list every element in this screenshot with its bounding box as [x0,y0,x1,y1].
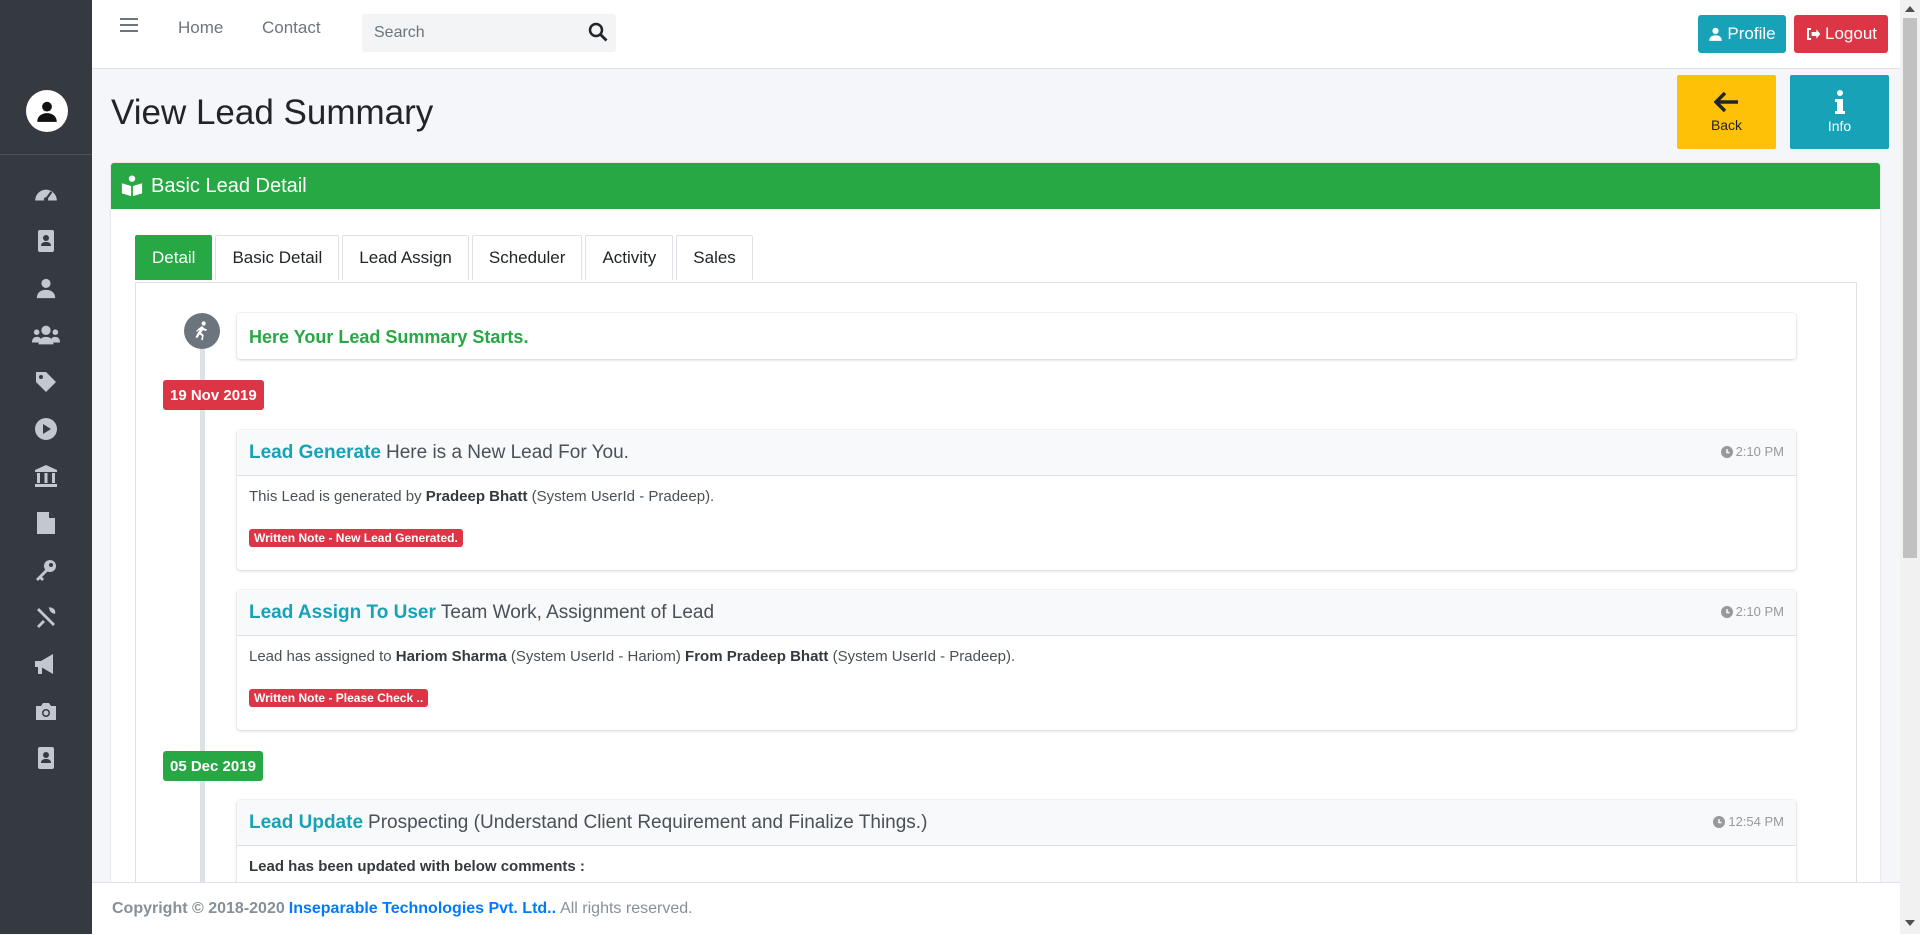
from-user-name: From Pradeep Bhatt [685,648,829,665]
timeline-item-body: This Lead is generated by Pradeep Bhatt … [237,476,1796,559]
company-link[interactable]: Inseparable Technologies Pvt. Ltd.. [289,900,556,918]
search-box [362,14,616,52]
timeline-pane: Here Your Lead Summary Starts. 19 Nov 20… [135,282,1857,883]
search-input[interactable] [372,23,576,43]
info-button[interactable]: Info [1790,75,1889,149]
card-title: Basic Lead Detail [151,174,307,197]
menu-toggle-icon[interactable] [120,18,138,34]
profile-button[interactable]: Profile [1698,15,1786,53]
time-label: 2:10 PM [1735,604,1784,619]
running-icon [184,313,220,349]
clock-icon [1720,445,1733,458]
address-book-icon[interactable] [30,225,62,257]
tab-lead-assign[interactable]: Lead Assign [342,235,469,280]
nav-home-link[interactable]: Home [178,18,223,38]
page-scrollbar[interactable] [1900,0,1920,934]
time-label: 12:54 PM [1728,814,1784,829]
timeline-item-title: Lead Generate [249,441,381,463]
tab-basic-detail[interactable]: Basic Detail [215,235,340,280]
play-circle-icon[interactable] [30,413,62,445]
sign-out-icon [1807,28,1821,40]
footer: Copyright © 2018-2020 Inseparable Techno… [92,882,1920,935]
info-label: Info [1827,118,1852,134]
back-button[interactable]: Back [1677,75,1776,149]
back-label: Back [1710,117,1743,133]
top-navbar: Home Contact Profile Logout [92,0,1900,69]
body-text: (System UserId - Pradeep). [832,648,1016,665]
key-icon[interactable] [30,554,62,586]
user-name: Pradeep Bhatt [425,488,528,505]
copyright-text: Copyright © 2018-2020 [112,900,285,917]
timeline-item: Lead Update Prospecting (Understand Clie… [237,800,1796,883]
timeline-item-subtitle: Prospecting (Understand Client Requireme… [368,811,928,833]
rights-text: All rights reserved. [560,900,693,917]
timeline-item-subtitle: Team Work, Assignment of Lead [440,601,715,623]
clock-icon [1720,605,1733,618]
timeline-item-header: Lead Update Prospecting (Understand Clie… [237,800,1796,846]
timeline-item-time: 2:10 PM [1720,444,1784,459]
sidebar [0,0,92,934]
date-badge: 05 Dec 2019 [163,751,263,781]
timeline-item: Lead Assign To User Team Work, Assignmen… [237,590,1796,730]
written-note-badge: Written Note - Please Check .. [249,689,429,707]
tab-detail[interactable]: Detail [135,235,213,280]
date-badge: 19 Nov 2019 [163,380,264,410]
user-name: Hariom Sharma [395,648,507,665]
written-note-badge: Written Note - New Lead Generated. [249,529,463,547]
page-title: View Lead Summary [111,93,434,132]
timeline-item-title: Lead Update [249,811,364,833]
info-icon [1834,90,1845,114]
timeline-item-body: Lead has assigned to Hariom Sharma (Syst… [237,636,1796,719]
tab-activity[interactable]: Activity [585,235,674,280]
scroll-down-arrow-icon[interactable] [1905,920,1915,926]
body-text: This Lead is generated by [249,488,422,505]
timeline-item-time: 12:54 PM [1713,814,1784,829]
timeline-item-header: Lead Generate Here is a New Lead For You… [237,430,1796,476]
timeline-item-header: Lead Assign To User Team Work, Assignmen… [237,590,1796,636]
user-panel [0,72,92,155]
contact-card-icon[interactable] [30,742,62,774]
timeline-item-subtitle: Here is a New Lead For You. [386,441,629,463]
logout-button[interactable]: Logout [1794,15,1888,53]
body-text: (System UserId - Pradeep). [531,488,715,505]
tab-bar: Detail Basic Detail Lead Assign Schedule… [135,235,753,280]
file-icon[interactable] [30,507,62,539]
scrollbar-thumb[interactable] [1903,18,1917,558]
nav-contact-link[interactable]: Contact [262,18,321,38]
tab-sales[interactable]: Sales [676,235,753,280]
tools-icon[interactable] [30,601,62,633]
timeline-start-text: Here Your Lead Summary Starts. [249,327,529,347]
arrow-left-icon [1713,91,1738,113]
bullhorn-icon[interactable] [30,648,62,680]
timeline-start-item: Here Your Lead Summary Starts. [237,313,1796,359]
timeline-item-title: Lead Assign To User [249,601,436,623]
timeline-item: Lead Generate Here is a New Lead For You… [237,430,1796,570]
lead-detail-card: Basic Lead Detail Detail Basic Detail Le… [111,163,1880,883]
book-reader-icon [121,175,143,197]
tag-icon[interactable] [30,366,62,398]
dashboard-icon[interactable] [30,178,62,210]
tab-scheduler[interactable]: Scheduler [471,235,583,280]
body-bold-text: Lead has been updated with below comment… [249,858,585,875]
search-icon[interactable] [588,22,610,44]
body-text: (System UserId - Hariom) [510,648,681,665]
logout-label: Logout [1825,24,1877,43]
body-text: Lead has assigned to [249,648,392,665]
timeline-item-time: 2:10 PM [1720,604,1784,619]
scroll-up-arrow-icon[interactable] [1905,6,1915,12]
users-icon[interactable] [30,319,62,351]
time-label: 2:10 PM [1735,444,1784,459]
camera-icon[interactable] [30,695,62,727]
user-icon [1709,27,1723,41]
profile-label: Profile [1727,24,1776,43]
bank-icon[interactable] [30,460,62,492]
timeline-item-body: Lead has been updated with below comment… [237,846,1796,883]
clock-icon [1713,815,1726,828]
user-icon[interactable] [30,272,62,304]
card-header: Basic Lead Detail [111,163,1880,209]
user-avatar-icon[interactable] [26,90,68,132]
